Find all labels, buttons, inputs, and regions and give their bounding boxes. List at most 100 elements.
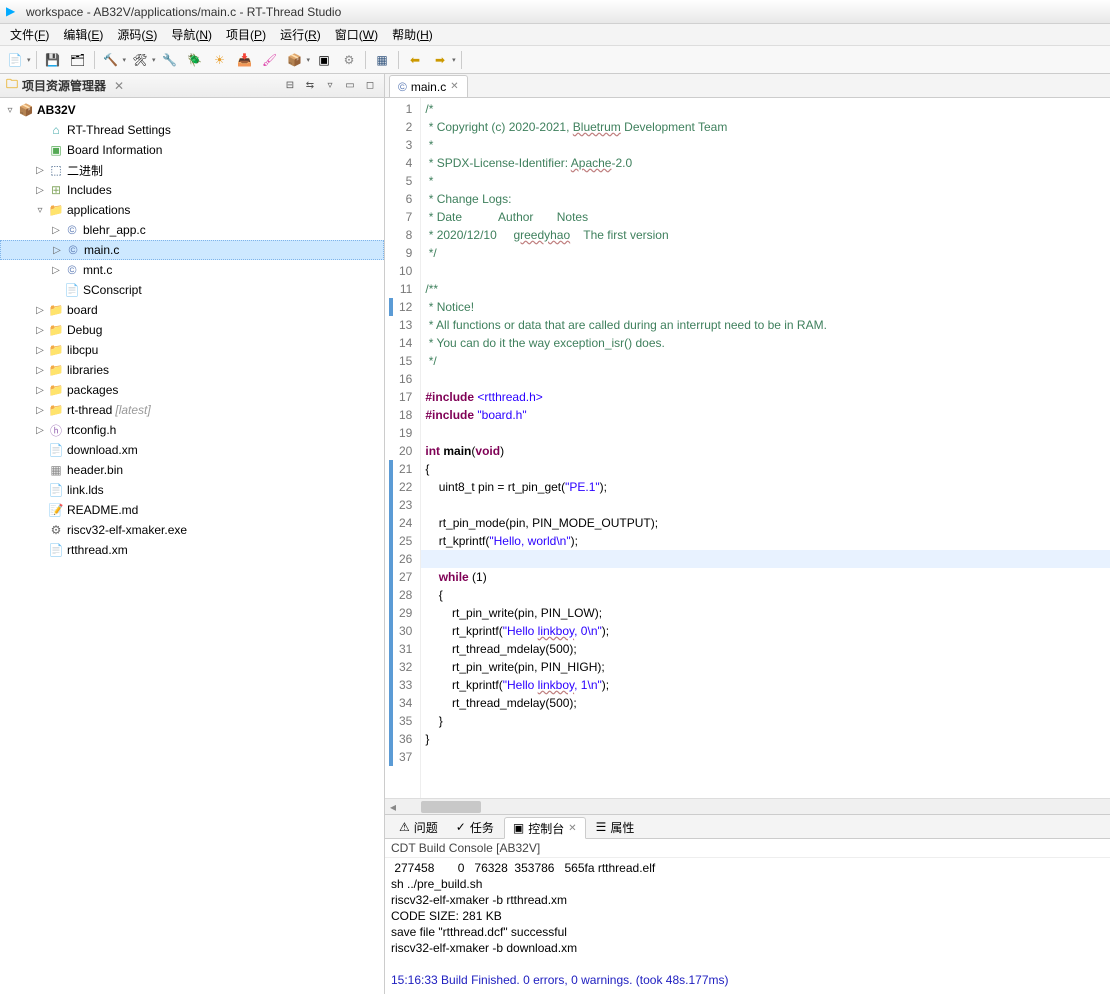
- code-line[interactable]: {: [421, 586, 1110, 604]
- code-line[interactable]: * Change Logs:: [421, 190, 1110, 208]
- tree-item[interactable]: 📄rtthread.xm: [0, 540, 384, 560]
- new-button[interactable]: 📄▾: [4, 49, 31, 71]
- tree-item[interactable]: 📄link.lds: [0, 480, 384, 500]
- code-line[interactable]: /*: [421, 100, 1110, 118]
- bottom-tab[interactable]: ⚠问题: [391, 816, 446, 838]
- tree-item[interactable]: ▷📁rt-thread[latest]: [0, 400, 384, 420]
- tree-item[interactable]: 📄SConscript: [0, 280, 384, 300]
- code-line[interactable]: #include "board.h": [421, 406, 1110, 424]
- nav-fwd-button[interactable]: ➡▾: [429, 49, 456, 71]
- package-button[interactable]: 📦▾: [284, 49, 311, 71]
- code-line[interactable]: #include <rtthread.h>: [421, 388, 1110, 406]
- code-line[interactable]: rt_kprintf("Hello linkboy, 0\n");: [421, 622, 1110, 640]
- code-line[interactable]: * All functions or data that are called …: [421, 316, 1110, 334]
- tree-root[interactable]: ▿ 📦 AB32V: [0, 100, 384, 120]
- code-line[interactable]: rt_pin_write(pin, PIN_HIGH);: [421, 658, 1110, 676]
- code-line[interactable]: [421, 424, 1110, 442]
- menu-w[interactable]: 窗口(W): [329, 24, 384, 45]
- code-line[interactable]: }: [421, 712, 1110, 730]
- code-line[interactable]: int main(void): [421, 442, 1110, 460]
- scrollbar-thumb[interactable]: [421, 801, 481, 813]
- tab-close-icon[interactable]: ✕: [450, 81, 458, 92]
- tree-item[interactable]: ▦header.bin: [0, 460, 384, 480]
- build-tool-button[interactable]: 🛠▾: [129, 49, 156, 71]
- code-line[interactable]: * Date Author Notes: [421, 208, 1110, 226]
- code-line[interactable]: * You can do it the way exception_isr() …: [421, 334, 1110, 352]
- maximize-icon[interactable]: ◻: [362, 78, 378, 94]
- code-line[interactable]: * Notice!: [421, 298, 1110, 316]
- code-line[interactable]: rt_thread_mdelay(500);: [421, 640, 1110, 658]
- tree-item[interactable]: 📄download.xm: [0, 440, 384, 460]
- tree-item[interactable]: ▷📁Debug: [0, 320, 384, 340]
- menu-h[interactable]: 帮助(H): [386, 24, 439, 45]
- link-editor-icon[interactable]: ⇆: [302, 78, 318, 94]
- chip-button[interactable]: ▦: [371, 49, 393, 71]
- code-line[interactable]: {: [421, 460, 1110, 478]
- tab-close-icon[interactable]: ✕: [568, 823, 576, 834]
- tree-item[interactable]: ⌂RT-Thread Settings: [0, 120, 384, 140]
- code-line[interactable]: while (1): [421, 568, 1110, 586]
- nav-back-button[interactable]: ⬅: [404, 49, 426, 71]
- code-line[interactable]: *: [421, 172, 1110, 190]
- tree-item[interactable]: ▷©mnt.c: [0, 260, 384, 280]
- menu-s[interactable]: 源码(S): [111, 24, 163, 45]
- save-all-button[interactable]: 🗂: [67, 49, 89, 71]
- code-line[interactable]: [421, 550, 1110, 568]
- tree-item[interactable]: ▷©blehr_app.c: [0, 220, 384, 240]
- code-line[interactable]: uint8_t pin = rt_pin_get("PE.1");: [421, 478, 1110, 496]
- code-line[interactable]: * Copyright (c) 2020-2021, Bluetrum Deve…: [421, 118, 1110, 136]
- tree-item[interactable]: ▷⊞Includes: [0, 180, 384, 200]
- editor-tab-main[interactable]: © main.c ✕: [389, 75, 468, 97]
- code-line[interactable]: rt_pin_mode(pin, PIN_MODE_OUTPUT);: [421, 514, 1110, 532]
- tree-item[interactable]: ⚙riscv32-elf-xmaker.exe: [0, 520, 384, 540]
- tree-item[interactable]: ▷ⓗrtconfig.h: [0, 420, 384, 440]
- code-line[interactable]: /**: [421, 280, 1110, 298]
- tree-item[interactable]: ▷©main.c: [0, 240, 384, 260]
- code-editor[interactable]: 1234567891011121314151617181920212223242…: [385, 98, 1110, 798]
- code-line[interactable]: [421, 496, 1110, 514]
- wrench-button[interactable]: 🔧: [159, 49, 181, 71]
- flash-button[interactable]: ☀: [209, 49, 231, 71]
- terminal-button[interactable]: ▣: [313, 49, 335, 71]
- tree-item[interactable]: ▷📁packages: [0, 380, 384, 400]
- tree-item[interactable]: ▣Board Information: [0, 140, 384, 160]
- menu-r[interactable]: 运行(R): [274, 24, 327, 45]
- tree-item[interactable]: ▷📁libcpu: [0, 340, 384, 360]
- build-button[interactable]: 🔨▾: [100, 49, 127, 71]
- code-line[interactable]: * 2020/12/10 greedyhao The first version: [421, 226, 1110, 244]
- console-output[interactable]: 277458 0 76328 353786 565fa rtthread.elf…: [385, 858, 1110, 994]
- project-tree[interactable]: ▿ 📦 AB32V ⌂RT-Thread Settings▣Board Info…: [0, 98, 384, 994]
- clean-button[interactable]: 🖌: [259, 49, 281, 71]
- code-line[interactable]: [421, 262, 1110, 280]
- tree-item[interactable]: ▷⬚二进制: [0, 160, 384, 180]
- bottom-tab[interactable]: ✓任务: [448, 816, 502, 838]
- code-line[interactable]: *: [421, 136, 1110, 154]
- view-menu-icon[interactable]: ▿: [322, 78, 338, 94]
- bottom-tab[interactable]: ▣控制台 ✕: [504, 817, 586, 839]
- code-line[interactable]: rt_pin_write(pin, PIN_LOW);: [421, 604, 1110, 622]
- code-line[interactable]: */: [421, 352, 1110, 370]
- tree-item[interactable]: ▷📁libraries: [0, 360, 384, 380]
- close-icon[interactable]: ✕: [114, 79, 124, 93]
- menu-e[interactable]: 编辑(E): [57, 24, 109, 45]
- download-button[interactable]: 📥: [234, 49, 256, 71]
- menu-f[interactable]: 文件(F): [4, 24, 55, 45]
- code-line[interactable]: */: [421, 244, 1110, 262]
- settings-button[interactable]: ⚙: [338, 49, 360, 71]
- tree-item[interactable]: ▿📁applications: [0, 200, 384, 220]
- collapse-all-icon[interactable]: ⊟: [282, 78, 298, 94]
- bottom-tab[interactable]: ☰属性: [588, 816, 643, 838]
- menu-n[interactable]: 导航(N): [165, 24, 218, 45]
- code-line[interactable]: * SPDX-License-Identifier: Apache-2.0: [421, 154, 1110, 172]
- tree-item[interactable]: ▷📁board: [0, 300, 384, 320]
- debug-button[interactable]: 🪲: [184, 49, 206, 71]
- editor-hscrollbar[interactable]: ◂: [385, 798, 1110, 814]
- code-line[interactable]: }: [421, 730, 1110, 748]
- save-button[interactable]: 💾: [42, 49, 64, 71]
- code-line[interactable]: rt_thread_mdelay(500);: [421, 694, 1110, 712]
- code-line[interactable]: rt_kprintf("Hello, world\n");: [421, 532, 1110, 550]
- tree-item[interactable]: 📝README.md: [0, 500, 384, 520]
- code-line[interactable]: rt_kprintf("Hello linkboy, 1\n");: [421, 676, 1110, 694]
- code-line[interactable]: [421, 370, 1110, 388]
- code-line[interactable]: [421, 748, 1110, 766]
